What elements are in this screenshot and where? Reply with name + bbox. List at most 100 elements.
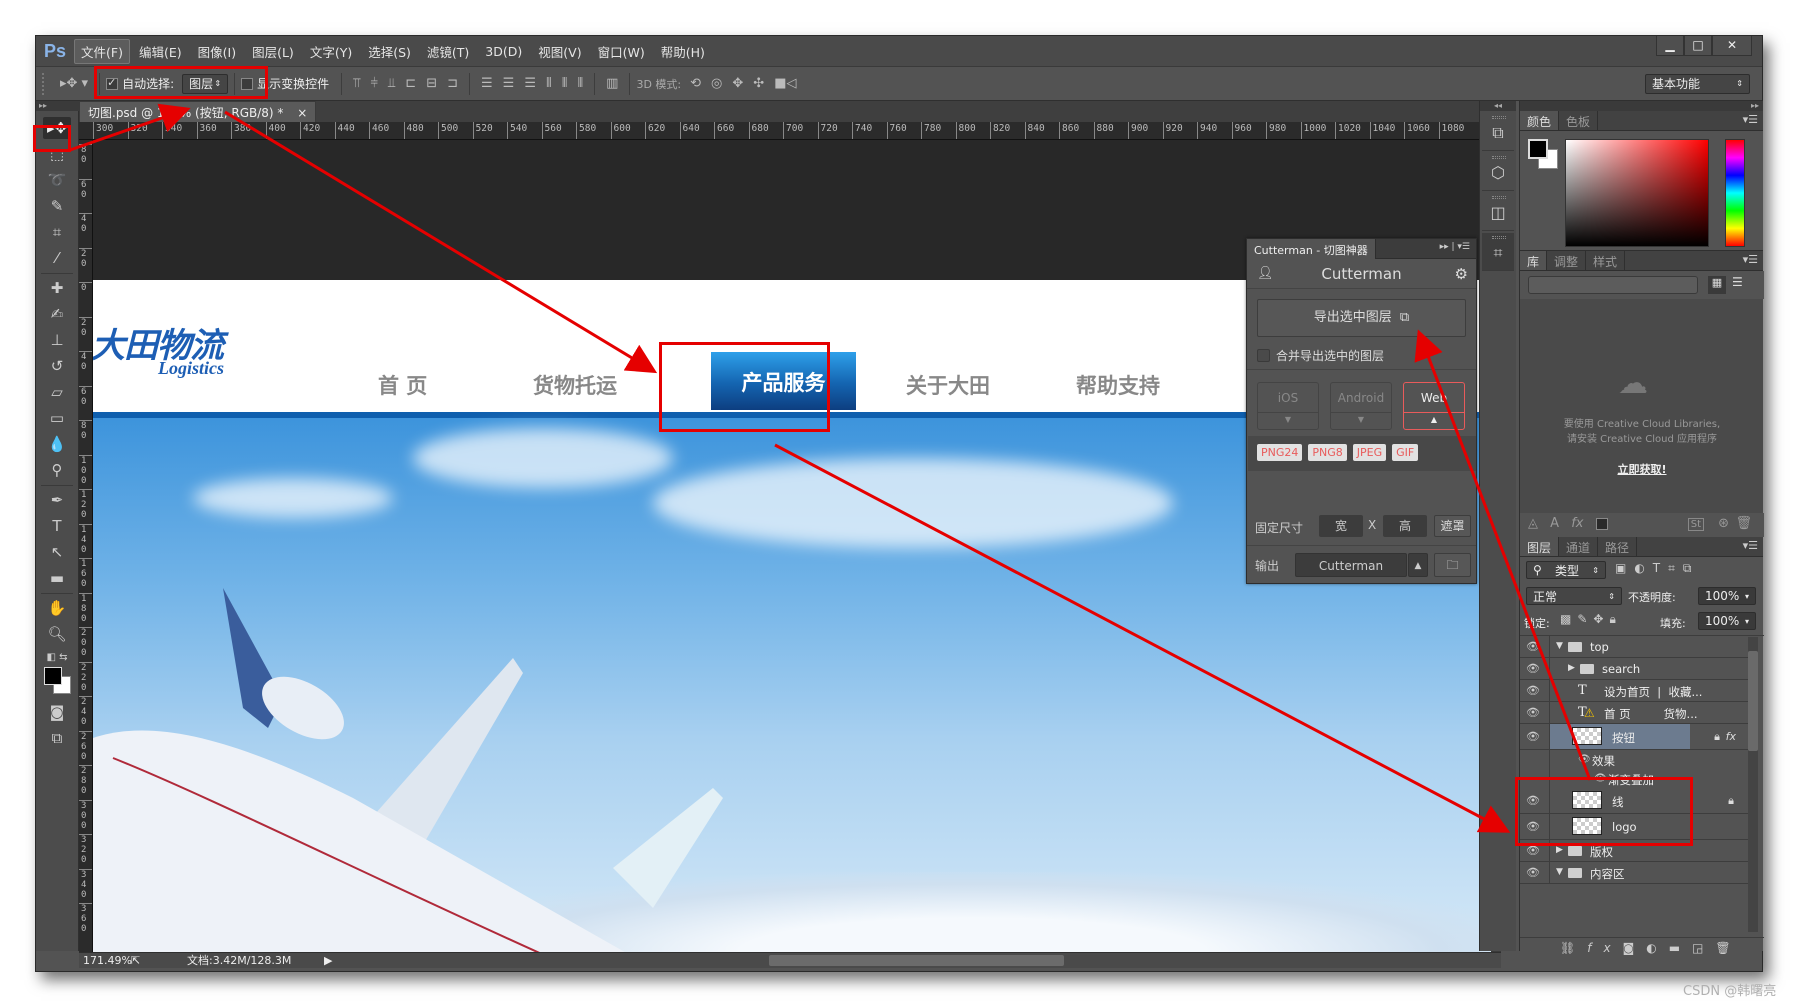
visibility-toggle[interactable]: 👁︎	[1520, 788, 1550, 813]
panel-menu-icon[interactable]: ▾☰	[1743, 253, 1758, 266]
menu-select[interactable]: 选择(S)	[361, 39, 418, 64]
cutterman-tab[interactable]: Cutterman - 切图神器	[1247, 239, 1376, 259]
tab-layers[interactable]: 图层	[1520, 537, 1560, 556]
collapse-arrow-icon[interactable]: ▼	[1556, 867, 1563, 877]
visibility-toggle[interactable]: 👁︎	[1520, 724, 1550, 749]
zoom-tool-icon[interactable]: 🔍︎	[43, 623, 71, 645]
menu-view[interactable]: 视图(V)	[531, 39, 588, 64]
3d-slide-icon[interactable]: ✣	[753, 76, 764, 91]
stock-icon[interactable]: St	[1687, 518, 1704, 531]
hand-tool-icon[interactable]: ✋	[43, 597, 71, 619]
tab-adjustments[interactable]: 调整	[1547, 251, 1587, 270]
color-field[interactable]	[1565, 139, 1709, 247]
menu-image[interactable]: 图像(I)	[191, 39, 243, 64]
format-jpeg[interactable]: JPEG	[1352, 444, 1387, 461]
blur-tool-icon[interactable]: 💧	[43, 433, 71, 455]
fill-field[interactable]: 100% ▾	[1698, 612, 1756, 630]
layer-row[interactable]: 👁︎ ▶ 版权	[1520, 840, 1750, 862]
export-selected-layers-button[interactable]: 导出选中图层 ⧉	[1257, 299, 1466, 337]
layers-scrollbar-thumb[interactable]	[1748, 651, 1758, 751]
distribute-hcenter-icon[interactable]: ⦀	[562, 76, 568, 91]
menu-3d[interactable]: 3D(D)	[478, 41, 529, 62]
move-tool-icon[interactable]: ▸✥	[43, 117, 71, 139]
panel-menu-icon[interactable]: ▾☰	[1743, 113, 1758, 126]
open-folder-icon[interactable]: 🗀	[1434, 553, 1471, 577]
3d-roll-icon[interactable]: ◎	[711, 76, 722, 91]
get-creative-cloud-link[interactable]: 立即获取!	[1520, 461, 1764, 477]
collapse-panels-icon[interactable]: ▸▸	[1520, 101, 1763, 111]
collapse-arrow-icon[interactable]: ▼	[1556, 641, 1563, 651]
eyedropper-tool-icon[interactable]: ⁄	[43, 247, 71, 269]
pen-tool-icon[interactable]: ✒	[43, 489, 71, 511]
vertical-ruler[interactable]: 8 0 6 0 4 0 2 0 0 2 0 4 0 6 0 8 0 1 0 0 1 2 0 1 4 0…	[79, 140, 93, 952]
grid-view-icon[interactable]: ▦	[1708, 276, 1726, 294]
gradient-tool-icon[interactable]: ▭	[43, 407, 71, 429]
auto-select-checkbox[interactable]	[106, 76, 119, 90]
adjustment-layer-icon[interactable]: ◐	[1646, 941, 1668, 955]
horizontal-ruler[interactable]: 300 320 340 360 380 400 420 440 460 480 500 520 540 5…	[79, 122, 1479, 140]
align-right-icon[interactable]: ⊐	[447, 76, 458, 91]
add-char-style-icon[interactable]: A	[1550, 516, 1559, 531]
eraser-tool-icon[interactable]: ▱	[43, 381, 71, 403]
layer-row[interactable]: 👁︎ 按钮 🔒︎ fx	[1520, 724, 1750, 750]
close-tab-icon[interactable]: ×	[297, 106, 307, 120]
add-style-icon[interactable]: fx	[1587, 941, 1622, 955]
expand-arrow-icon[interactable]: ▶	[1568, 663, 1575, 673]
delete-layer-icon[interactable]: 🗑︎	[1715, 941, 1742, 955]
visibility-toggle[interactable]: 👁︎	[1520, 636, 1550, 657]
width-field[interactable]: 宽	[1319, 515, 1363, 537]
settings-gear-icon[interactable]: ⚙	[1455, 259, 1468, 289]
layer-row[interactable]: 👁︎ T 设为首页 | 收藏...	[1520, 680, 1750, 702]
workspace-dropdown[interactable]: 基本功能 ⇕	[1645, 73, 1750, 94]
3d-scale-icon[interactable]: ■◁	[774, 76, 796, 91]
horizontal-scrollbar-thumb[interactable]	[769, 955, 1064, 966]
history-panel-icon[interactable]: ⧉	[1482, 113, 1514, 151]
layer-filter-dropdown[interactable]: ⚲ 类型 ⇕	[1526, 561, 1606, 579]
platform-ios[interactable]: iOS ▼	[1257, 382, 1319, 430]
screen-mode-icon[interactable]: ⧉	[43, 727, 71, 749]
collapse-icon[interactable]: ▸▸	[36, 101, 79, 111]
menu-window[interactable]: 窗口(W)	[591, 39, 652, 64]
3d-rotate-icon[interactable]: ⟲	[690, 76, 701, 91]
distribute-top-icon[interactable]: ☰	[481, 76, 493, 91]
eye-icon[interactable]: 👁︎	[1578, 754, 1591, 765]
format-png8[interactable]: PNG8	[1308, 444, 1347, 461]
swap-colors-icon[interactable]: ◧ ⇆	[43, 647, 71, 669]
layer-row[interactable]: 👁︎ T ⚠ 首 页 货物...	[1520, 702, 1750, 724]
output-history-button[interactable]: ▲	[1408, 553, 1428, 577]
opacity-field[interactable]: 100% ▾	[1698, 587, 1756, 605]
format-gif[interactable]: GIF	[1392, 444, 1419, 461]
menu-type[interactable]: 文字(Y)	[303, 39, 359, 64]
menu-file[interactable]: 文件(F)	[74, 38, 130, 64]
layer-row[interactable]: 👁︎ 线 🔒︎	[1520, 788, 1750, 814]
foreground-color-swatch[interactable]	[44, 667, 62, 685]
menu-edit[interactable]: 编辑(E)	[132, 39, 189, 64]
output-path-field[interactable]: Cutterman	[1295, 553, 1407, 577]
quick-select-tool-icon[interactable]: ✎	[43, 195, 71, 217]
tab-styles[interactable]: 样式	[1586, 251, 1626, 270]
align-vcenter-icon[interactable]: ⫩	[371, 76, 378, 91]
fx-icon[interactable]: fx	[1726, 730, 1736, 743]
eye-icon[interactable]: 👁︎	[1594, 773, 1607, 784]
tab-libraries[interactable]: 库	[1520, 251, 1548, 270]
distribute-bottom-icon[interactable]: ☰	[524, 76, 536, 91]
add-color-icon[interactable]	[1595, 517, 1608, 530]
layer-row[interactable]: 👁︎ ▼ top	[1520, 636, 1750, 658]
visibility-toggle[interactable]: 👁︎	[1520, 680, 1550, 701]
cloud-sync-icon[interactable]: ⊛	[1718, 516, 1729, 531]
menu-layer[interactable]: 图层(L)	[245, 39, 301, 64]
properties-panel-icon[interactable]: ⬡	[1482, 153, 1514, 191]
document-tab[interactable]: 切图.psd @ 171% (按钮, RGB/8) * ×	[79, 101, 317, 122]
share-icon[interactable]: ⇱	[131, 953, 140, 968]
platform-android[interactable]: Android ▼	[1330, 382, 1392, 430]
add-mask-icon[interactable]: ◙	[1623, 941, 1647, 955]
distribute-vcenter-icon[interactable]: ☰	[503, 76, 515, 91]
3d-drag-icon[interactable]: ✥	[732, 76, 743, 91]
align-left-icon[interactable]: ⊏	[405, 76, 416, 91]
user-icon[interactable]: 👤︎	[1257, 259, 1274, 289]
layer-row[interactable]: 👁︎ ▶ search	[1520, 658, 1750, 680]
visibility-toggle[interactable]: 👁︎	[1520, 840, 1550, 861]
link-layers-icon[interactable]: ⛓	[1560, 941, 1587, 955]
align-hcenter-icon[interactable]: ⊟	[426, 76, 437, 91]
tab-channels[interactable]: 通道	[1559, 537, 1599, 556]
